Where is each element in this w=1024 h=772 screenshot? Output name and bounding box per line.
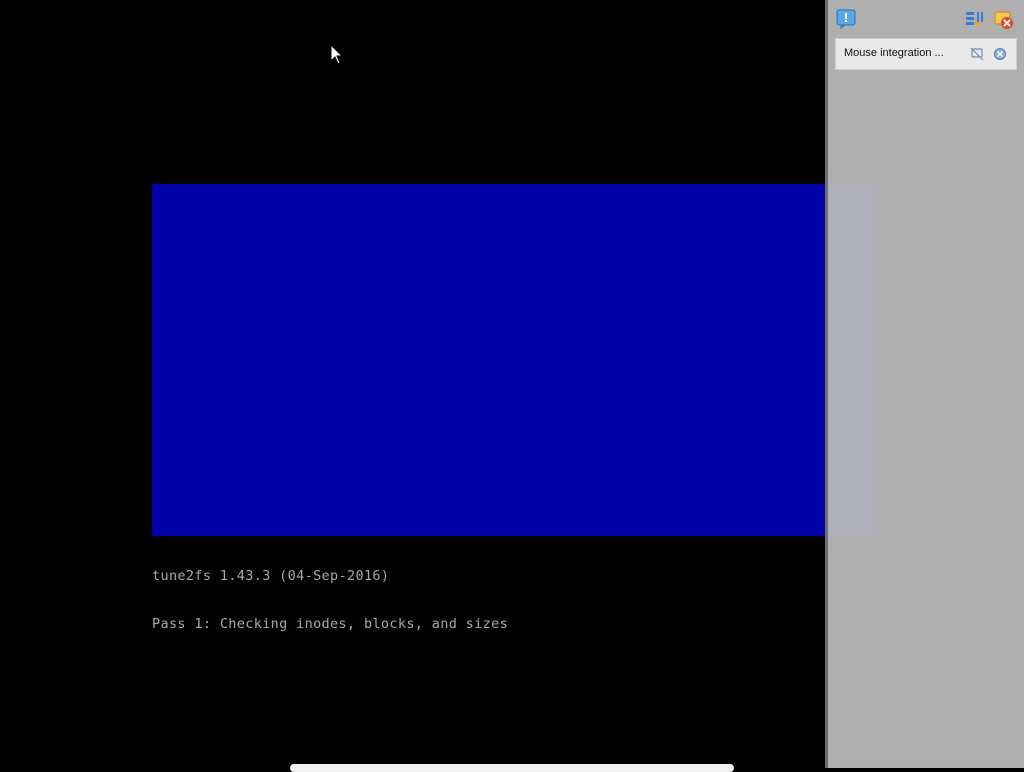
notification-text: Mouse integration ...	[844, 47, 944, 59]
notification-center-panel: Mouse integration ...	[825, 0, 1024, 768]
console-blue-box	[152, 184, 876, 536]
do-not-show-again-icon[interactable]	[970, 47, 984, 61]
mouse-pointer-icon	[330, 44, 344, 65]
notification-card[interactable]: Mouse integration ...	[835, 38, 1017, 70]
console-line: Pass 1: Checking inodes, blocks, and siz…	[152, 616, 509, 632]
arrange-icon[interactable]	[965, 10, 985, 30]
console-line: tune2fs 1.43.3 (04-Sep-2016)	[152, 568, 390, 584]
console-output: tune2fs 1.43.3 (04-Sep-2016) Pass 1: Che…	[152, 536, 508, 664]
close-notification-icon[interactable]	[993, 47, 1007, 61]
notification-center-icon[interactable]	[836, 9, 856, 29]
bottom-edge-bar	[290, 764, 734, 772]
notification-toolbar	[828, 0, 1024, 36]
dismiss-all-icon[interactable]	[994, 10, 1014, 30]
